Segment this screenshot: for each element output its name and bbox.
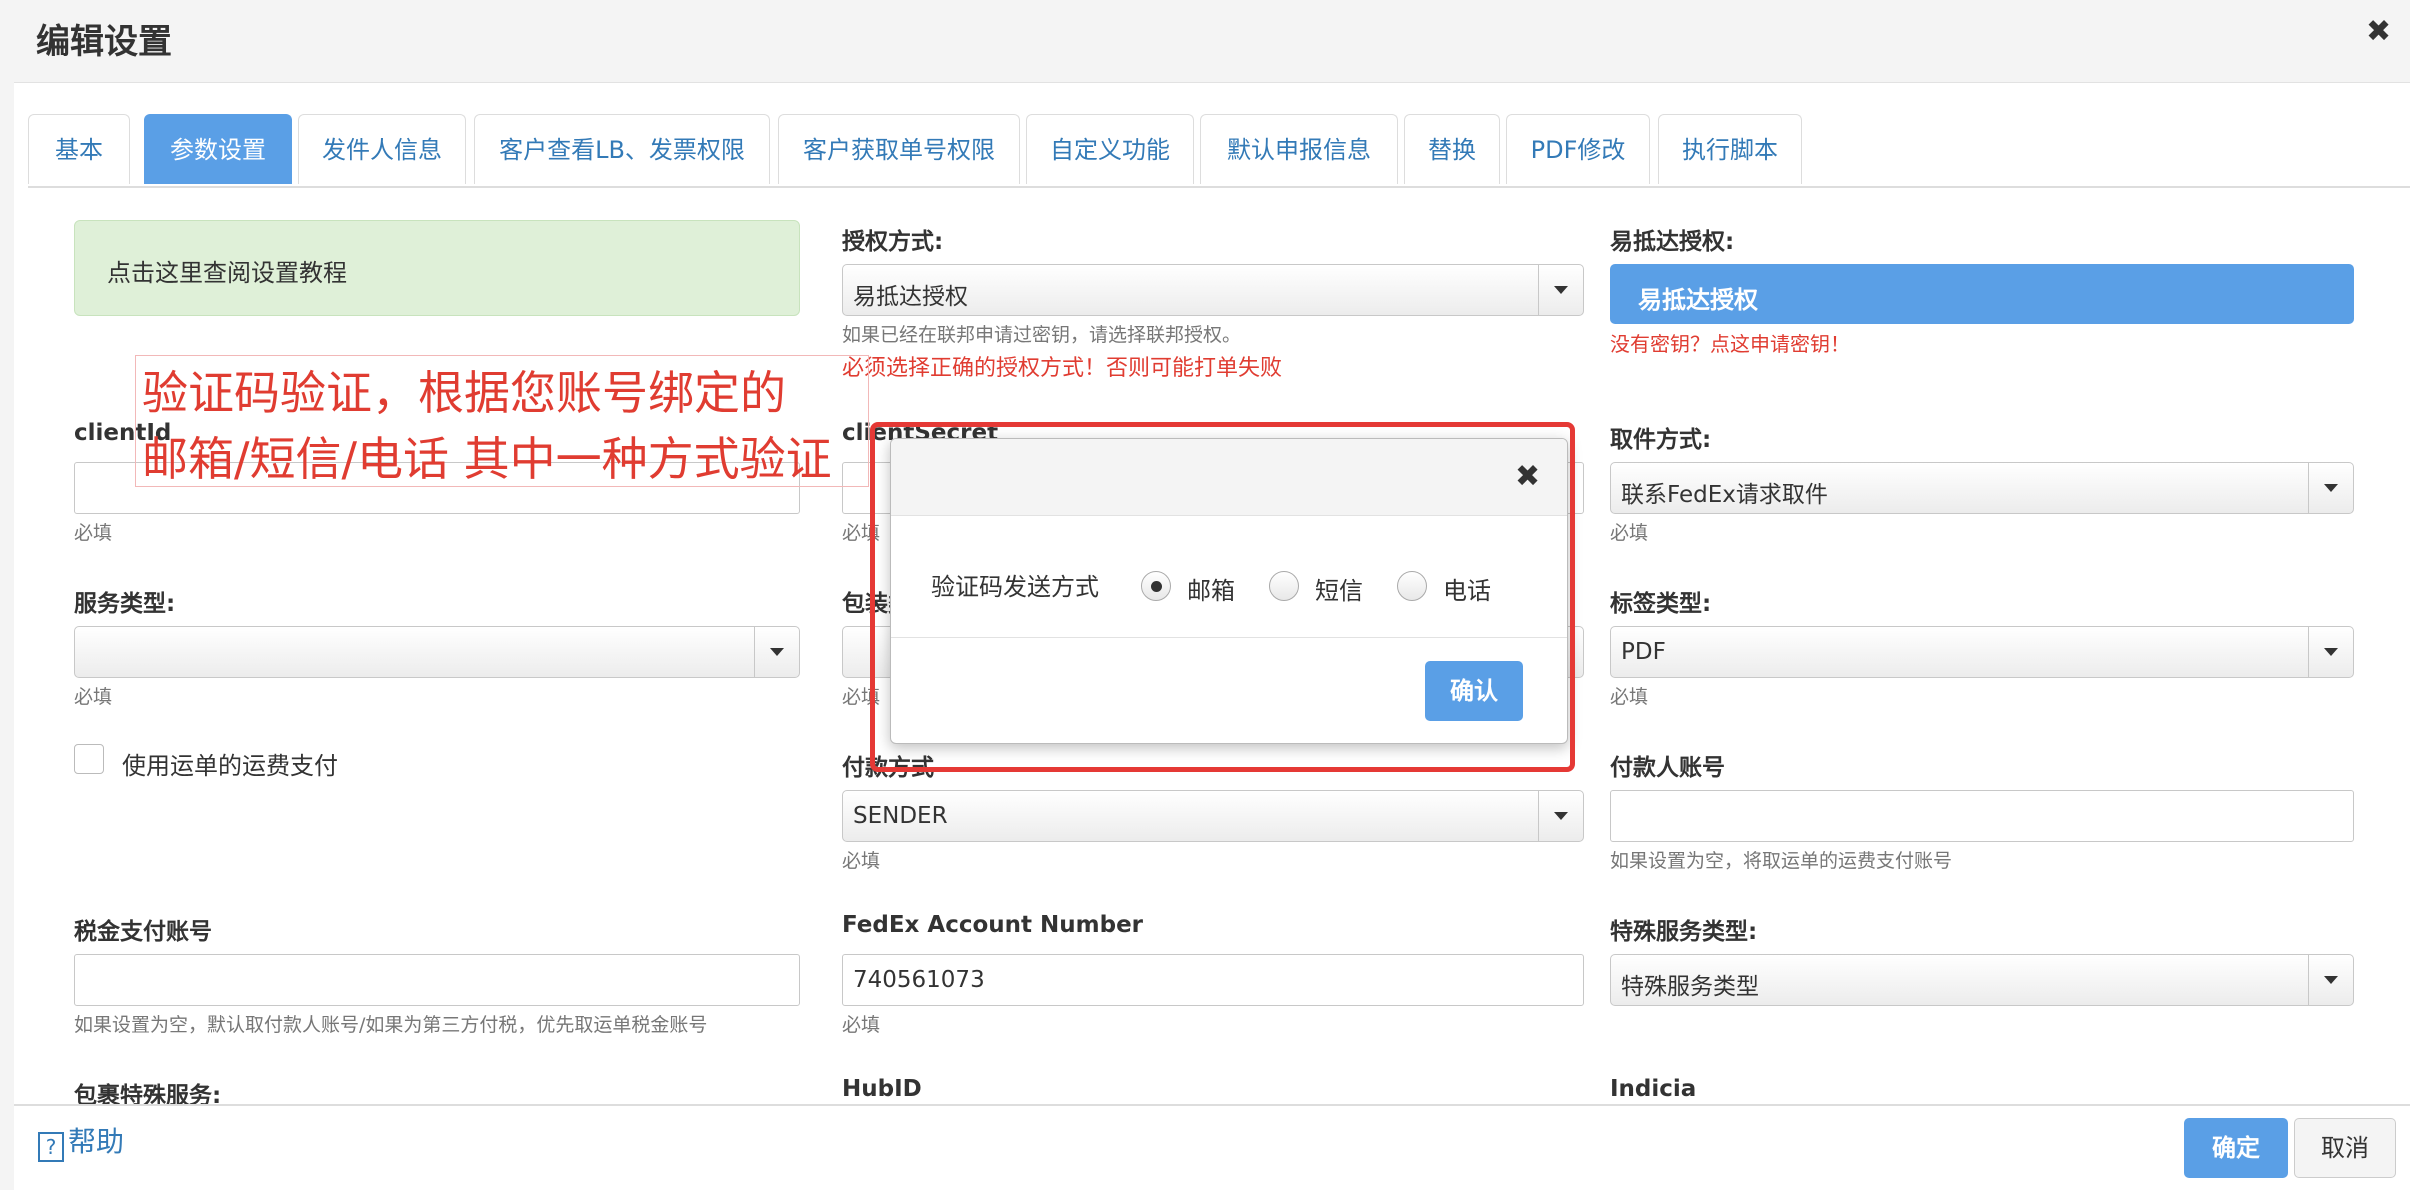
label-type-label: 标签类型: [1610, 591, 1712, 617]
chevron-down-icon[interactable] [2308, 955, 2353, 1005]
tab-default-declaration[interactable]: 默认申报信息 [1200, 114, 1398, 184]
easy-auth-label: 易抵达授权: [1610, 229, 1735, 255]
help-link[interactable]: ? 帮助 [38, 1120, 124, 1162]
modal-title: 编辑设置 [36, 22, 172, 62]
auth-method-select[interactable]: 易抵达授权 [842, 264, 1584, 316]
ok-button[interactable]: 确定 [2184, 1118, 2288, 1178]
special-service-label: 特殊服务类型: [1610, 919, 1758, 945]
chevron-down-icon[interactable] [754, 627, 799, 677]
annotation-text: 验证码验证，根据您账号绑定的 邮箱/短信/电话 其中一种方式验证 [142, 360, 832, 492]
tab-bar: 基本 参数设置 发件人信息 客户查看LB、发票权限 客户获取单号权限 自定义功能… [28, 114, 2410, 188]
modal-footer: ? 帮助 确定 取消 [14, 1104, 2410, 1192]
chevron-down-icon[interactable] [2308, 627, 2353, 677]
hub-id-label: HubID [842, 1076, 922, 1102]
auth-method-hint: 如果已经在联邦申请过密钥，请选择联邦授权。 [842, 324, 1242, 346]
tax-account-input[interactable] [74, 954, 800, 1006]
pickup-value: 联系FedEx请求取件 [1621, 482, 1828, 508]
edit-settings-modal: 编辑设置 ✖ 基本 参数设置 发件人信息 客户查看LB、发票权限 客户获取单号权… [14, 0, 2410, 1192]
payment-method-value: SENDER [853, 803, 948, 829]
service-type-label: 服务类型: [74, 591, 176, 617]
tab-sender-info[interactable]: 发件人信息 [298, 114, 466, 184]
tab-basic[interactable]: 基本 [28, 114, 130, 184]
fedex-account-label: FedEx Account Number [842, 912, 1144, 938]
fedex-account-input[interactable]: 740561073 [842, 954, 1584, 1006]
help-label: 帮助 [68, 1125, 125, 1158]
apply-key-link[interactable]: 没有密钥？点这申请密钥！ [1610, 328, 1850, 357]
label-type-hint: 必填 [1610, 686, 1649, 708]
tab-replace[interactable]: 替换 [1404, 114, 1500, 184]
easy-auth-button[interactable]: 易抵达授权 [1610, 264, 2354, 324]
pickup-select[interactable]: 联系FedEx请求取件 [1610, 462, 2354, 514]
chevron-down-icon[interactable] [1538, 791, 1583, 841]
pickup-label: 取件方式: [1610, 427, 1712, 453]
special-service-select[interactable]: 特殊服务类型 [1610, 954, 2354, 1006]
auth-method-warning: 必须选择正确的授权方式！否则可能打单失败 [842, 356, 1283, 381]
annotation-highlight-frame [870, 422, 1575, 772]
service-type-hint: 必填 [74, 686, 113, 708]
question-icon: ? [38, 1132, 64, 1162]
payer-account-input[interactable] [1610, 790, 2354, 842]
chevron-down-icon[interactable] [1538, 265, 1583, 315]
special-service-value: 特殊服务类型 [1621, 974, 1759, 1000]
use-waybill-payment-label: 使用运单的运费支付 [122, 752, 338, 780]
service-type-select[interactable] [74, 626, 800, 678]
payment-method-hint: 必填 [842, 850, 881, 872]
label-type-select[interactable]: PDF [1610, 626, 2354, 678]
auth-method-value: 易抵达授权 [853, 284, 968, 310]
tab-execute-script[interactable]: 执行脚本 [1658, 114, 1802, 184]
client-id-hint: 必填 [74, 522, 113, 544]
tax-account-label: 税金支付账号 [74, 919, 212, 945]
tab-pdf-edit[interactable]: PDF修改 [1506, 114, 1650, 184]
tax-account-hint: 如果设置为空，默认取付款人账号/如果为第三方付税，优先取运单税金账号 [74, 1014, 708, 1036]
tab-customer-lb-invoice-permission[interactable]: 客户查看LB、发票权限 [474, 114, 770, 184]
tab-parameter-settings[interactable]: 参数设置 [144, 114, 292, 184]
use-waybill-payment-checkbox[interactable] [74, 744, 104, 774]
tab-custom-functions[interactable]: 自定义功能 [1026, 114, 1194, 184]
auth-method-label: 授权方式: [842, 229, 944, 255]
annotation-line-2: 邮箱/短信/电话 其中一种方式验证 [142, 432, 832, 486]
label-type-value: PDF [1621, 639, 1666, 665]
modal-header: 编辑设置 ✖ [14, 0, 2410, 83]
payer-account-label: 付款人账号 [1610, 755, 1725, 781]
payer-account-hint: 如果设置为空，将取运单的运费支付账号 [1610, 850, 1953, 872]
payment-method-select[interactable]: SENDER [842, 790, 1584, 842]
tutorial-alert[interactable]: 点击这里查阅设置教程 [74, 220, 800, 316]
annotation-line-1: 验证码验证，根据您账号绑定的 [142, 366, 786, 420]
pickup-hint: 必填 [1610, 522, 1649, 544]
close-icon[interactable]: ✖ [2366, 14, 2391, 49]
tutorial-link[interactable]: 点击这里查阅设置教程 [107, 259, 347, 287]
fedex-account-hint: 必填 [842, 1014, 881, 1036]
fedex-account-value: 740561073 [853, 967, 985, 993]
cancel-button[interactable]: 取消 [2294, 1118, 2396, 1178]
indicia-label: Indicia [1610, 1076, 1697, 1102]
chevron-down-icon[interactable] [2308, 463, 2353, 513]
tab-customer-tracking-permission[interactable]: 客户获取单号权限 [778, 114, 1020, 184]
background-window-edge [0, 0, 15, 1190]
